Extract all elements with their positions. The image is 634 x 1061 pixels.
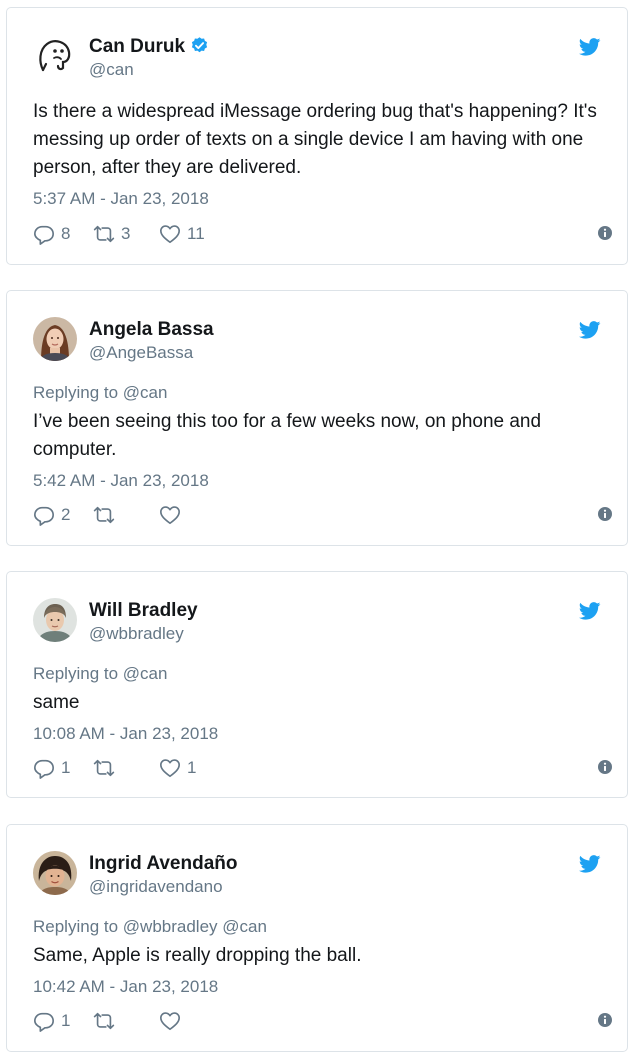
info-icon[interactable] — [597, 1012, 613, 1028]
avatar[interactable] — [33, 598, 77, 642]
reply-button[interactable]: 1 — [33, 756, 70, 780]
tweet-actions: 2 — [33, 503, 613, 527]
profile-photo-icon — [33, 598, 77, 642]
replying-to: Replying to @can — [33, 664, 167, 684]
reply-button[interactable]: 1 — [33, 1009, 70, 1033]
reply-icon — [34, 506, 54, 526]
replying-to-label: Replying to — [33, 917, 119, 936]
tweet-timestamp[interactable]: 5:37 AM - Jan 23, 2018 — [33, 189, 209, 209]
like-button[interactable]: 1 — [159, 756, 196, 780]
replying-to-link[interactable]: @wbbradley @can — [123, 917, 267, 936]
heart-icon — [160, 506, 180, 525]
tweet-card[interactable]: Ingrid Avendaño @ingridavendano Replying… — [6, 824, 628, 1052]
heart-icon — [160, 1012, 180, 1031]
avatar[interactable] — [33, 317, 77, 361]
info-icon[interactable] — [597, 225, 613, 241]
reply-icon — [34, 225, 54, 245]
reply-count: 2 — [61, 505, 71, 524]
replying-to: Replying to @wbbradley @can — [33, 917, 267, 937]
replying-to: Replying to @can — [33, 383, 167, 403]
profile-photo-icon — [33, 851, 77, 895]
twitter-bird-icon[interactable] — [579, 38, 601, 56]
profile-photo-icon — [33, 317, 77, 361]
tweet-actions: 1 1 — [33, 756, 613, 780]
author-handle[interactable]: @AngeBassa — [89, 343, 193, 363]
like-button[interactable]: 11 — [159, 222, 205, 246]
author-handle[interactable]: @wbbradley — [89, 624, 184, 644]
reply-count: 1 — [61, 758, 71, 777]
tweet-card[interactable]: Will Bradley @wbbradley Replying to @can… — [6, 571, 628, 798]
author-name-text[interactable]: Can Duruk — [89, 36, 185, 57]
replying-to-label: Replying to — [33, 664, 119, 683]
retweet-button[interactable] — [93, 756, 121, 780]
heart-icon — [160, 225, 180, 244]
like-button[interactable] — [159, 1009, 187, 1033]
like-count: 1 — [187, 758, 197, 777]
tweet-card[interactable]: Can Duruk @can Is there a widespread iMe… — [6, 7, 628, 265]
replying-to-link[interactable]: @can — [123, 664, 168, 683]
tweet-text: I’ve been seeing this too for a few week… — [33, 411, 542, 460]
info-icon[interactable] — [597, 506, 613, 522]
reply-count: 8 — [61, 224, 71, 243]
tweet-text: same — [33, 692, 80, 713]
tweet-actions: 8 3 11 — [33, 222, 613, 246]
retweet-icon — [93, 225, 115, 243]
retweet-button[interactable] — [93, 1009, 121, 1033]
like-button[interactable] — [159, 503, 187, 527]
retweet-icon — [93, 506, 115, 524]
verified-badge-icon — [191, 37, 208, 53]
twitter-bird-icon[interactable] — [579, 855, 601, 873]
retweet-count: 3 — [121, 224, 131, 243]
tweet-text: Is there a widespread iMessage ordering … — [33, 101, 597, 178]
heart-icon — [160, 759, 180, 778]
retweet-button[interactable] — [93, 503, 121, 527]
tweet-timestamp[interactable]: 10:42 AM - Jan 23, 2018 — [33, 977, 218, 997]
reply-icon — [34, 1012, 54, 1032]
avatar[interactable] — [33, 851, 77, 895]
author-name[interactable]: Can Duruk — [89, 36, 209, 58]
like-count: 11 — [187, 224, 205, 243]
retweet-icon — [93, 759, 115, 777]
replying-to-link[interactable]: @can — [123, 383, 168, 402]
reply-count: 1 — [61, 1011, 71, 1030]
twitter-bird-icon[interactable] — [579, 602, 601, 620]
twitter-bird-icon[interactable] — [579, 321, 601, 339]
author-handle[interactable]: @can — [89, 60, 134, 80]
tweet-timestamp[interactable]: 5:42 AM - Jan 23, 2018 — [33, 471, 209, 491]
author-name[interactable]: Ingrid Avendaño — [89, 853, 237, 875]
author-handle[interactable]: @ingridavendano — [89, 877, 223, 897]
reply-icon — [34, 759, 54, 779]
tweet-timestamp[interactable]: 10:08 AM - Jan 23, 2018 — [33, 724, 218, 744]
retweet-button[interactable]: 3 — [93, 222, 130, 246]
tweet-text: Same, Apple is really dropping the ball. — [33, 945, 362, 966]
avatar[interactable] — [33, 34, 77, 78]
author-name[interactable]: Angela Bassa — [89, 319, 214, 341]
author-name[interactable]: Will Bradley — [89, 600, 198, 622]
retweet-icon — [93, 1012, 115, 1030]
doodle-avatar-icon — [39, 40, 71, 72]
info-icon[interactable] — [597, 759, 613, 775]
tweet-card[interactable]: Angela Bassa @AngeBassa Replying to @can… — [6, 290, 628, 546]
reply-button[interactable]: 2 — [33, 503, 70, 527]
replying-to-label: Replying to — [33, 383, 119, 402]
reply-button[interactable]: 8 — [33, 222, 70, 246]
tweet-actions: 1 — [33, 1009, 613, 1033]
